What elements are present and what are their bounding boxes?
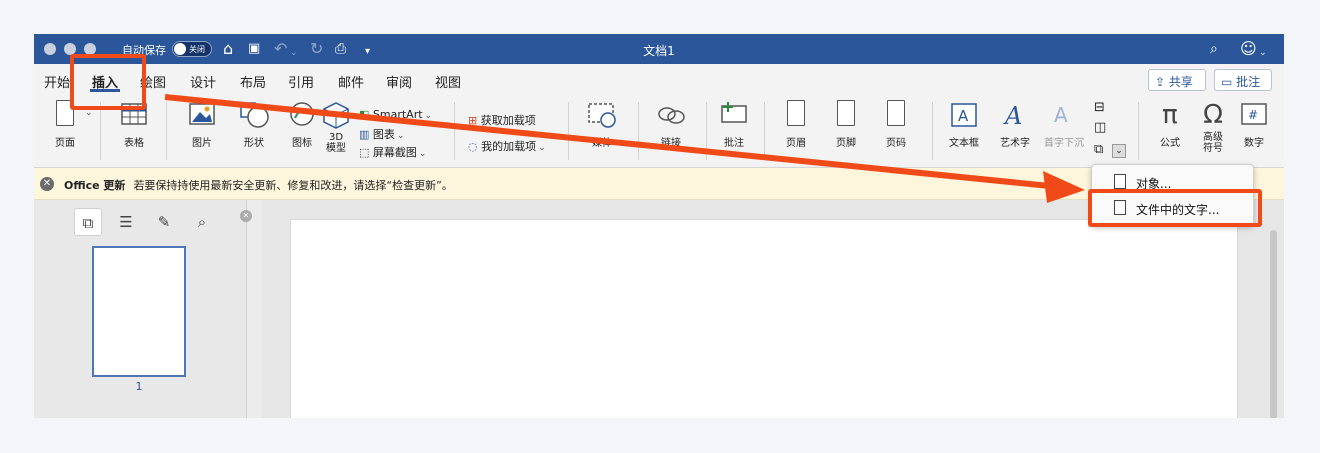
annotation-arrow	[164, 94, 1085, 203]
